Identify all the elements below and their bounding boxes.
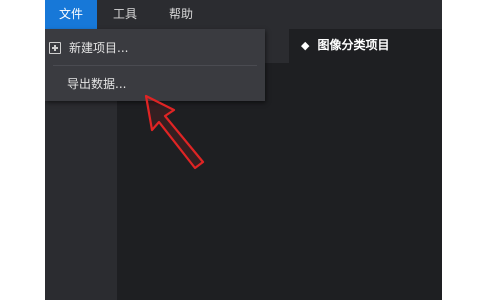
project-header: ◆ 图像分类项目	[301, 35, 389, 55]
menu-item-new-project[interactable]: 新建项目...	[45, 31, 265, 65]
menu-item-label: 新建项目...	[69, 41, 129, 55]
menu-help[interactable]: 帮助	[159, 0, 203, 29]
menu-tools[interactable]: 工具	[105, 0, 145, 29]
menu-item-label: 导出数据...	[67, 77, 127, 91]
menu-file[interactable]: 文件	[45, 0, 97, 29]
menu-bar: 文件 工具 帮助	[45, 0, 442, 29]
menu-separator	[53, 65, 257, 66]
red-pointer-arrow-icon	[144, 94, 205, 170]
project-title: 图像分类项目	[317, 38, 390, 52]
file-dropdown-menu: 新建项目... 导出数据...	[45, 29, 265, 101]
diamond-icon: ◆	[301, 39, 310, 52]
new-project-icon	[49, 42, 61, 54]
app-window: 文件 工具 帮助 ◆ 图像分类项目 新建项目... 导出数据...	[45, 0, 442, 300]
